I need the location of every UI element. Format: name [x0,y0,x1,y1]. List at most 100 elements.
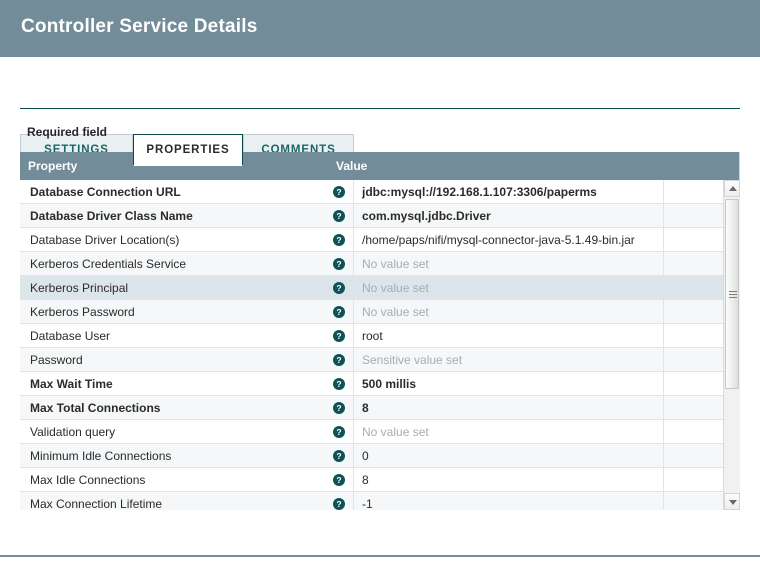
property-value-cell[interactable]: /home/paps/nifi/mysql-connector-java-5.1… [362,228,660,252]
column-divider [353,420,354,444]
property-value-cell[interactable]: com.mysql.jdbc.Driver [362,204,660,228]
help-icon[interactable]: ? [333,258,345,270]
svg-text:?: ? [336,355,341,365]
column-divider [353,180,354,204]
table-row[interactable]: Max Total Connections? 8 [20,396,739,420]
column-divider [353,228,354,252]
property-name-cell: Kerberos Principal [30,281,129,295]
column-divider [353,204,354,228]
property-name-cell: Max Idle Connections [30,473,146,487]
help-icon[interactable]: ? [333,402,345,414]
property-value-cell[interactable]: No value set [362,252,660,276]
property-name-cell: Validation query [30,425,116,439]
column-divider [353,468,354,492]
scroll-up-arrow-glyph [729,186,737,191]
table-row[interactable]: Max Connection Lifetime? -1 [20,492,739,510]
dialog-title: Controller Service Details [21,16,258,37]
property-name-cell: Database Driver Class Name [30,209,193,223]
help-icon[interactable]: ? [333,186,345,198]
table-row[interactable]: Kerberos Credentials Service? No value se… [20,252,739,276]
property-value-cell[interactable]: Sensitive value set [362,348,660,372]
table-row[interactable]: Max Wait Time? 500 millis [20,372,739,396]
footer-divider [0,555,760,557]
property-value-cell[interactable]: jdbc:mysql://192.168.1.107:3306/paperms [362,180,660,204]
table-row[interactable]: Minimum Idle Connections? 0 [20,444,739,468]
property-value-cell[interactable]: 8 [362,468,660,492]
column-divider [353,252,354,276]
property-value-cell[interactable]: 500 millis [362,372,660,396]
svg-text:?: ? [336,259,341,269]
help-icon[interactable]: ? [333,426,345,438]
table-row[interactable]: Database User? root [20,324,739,348]
help-icon[interactable]: ? [333,378,345,390]
svg-text:?: ? [336,331,341,341]
help-icon[interactable]: ? [333,210,345,222]
column-divider [353,396,354,420]
property-name-cell: Minimum Idle Connections [30,449,172,463]
table-row[interactable]: Kerberos Principal? No value set [20,276,739,300]
column-header-value: Value [336,159,368,173]
column-divider [353,324,354,348]
property-value-cell[interactable]: No value set [362,420,660,444]
table-row[interactable]: Kerberos Password? No value set [20,300,739,324]
tab-underline [20,108,740,109]
svg-text:?: ? [336,379,341,389]
tab-properties[interactable]: PROPERTIES [133,134,243,166]
property-name-cell: Kerberos Credentials Service [30,257,187,271]
table-row[interactable]: Database Driver Class Name? com.mysql.jdb… [20,204,739,228]
scroll-down-arrow-glyph [729,500,737,505]
svg-text:?: ? [336,283,341,293]
property-name-cell: Max Wait Time [30,377,113,391]
property-name-cell: Max Total Connections [30,401,161,415]
property-value-cell[interactable]: 0 [362,444,660,468]
help-icon[interactable]: ? [333,306,345,318]
svg-text:?: ? [336,211,341,221]
svg-text:?: ? [336,307,341,317]
property-value-cell[interactable]: No value set [362,300,660,324]
svg-text:?: ? [336,475,341,485]
table-header-row: Property Value [20,152,739,180]
help-icon[interactable]: ? [333,474,345,486]
column-header-property: Property [28,159,78,173]
table-row[interactable]: Max Idle Connections? 8 [20,468,739,492]
column-divider [353,492,354,510]
scrollbar-thumb[interactable] [725,199,739,389]
svg-text:?: ? [336,451,341,461]
required-field-legend: Required field [27,125,108,139]
column-divider [353,348,354,372]
property-name-cell: Database User [30,329,111,343]
scroll-up-icon[interactable] [724,180,740,197]
svg-text:?: ? [336,427,341,437]
table-row[interactable]: Password? Sensitive value set [20,348,739,372]
help-icon[interactable]: ? [333,354,345,366]
table-body: Database Connection URL? jdbc:mysql://192… [20,180,739,510]
svg-text:?: ? [336,187,341,197]
properties-table: Property Value Database Connection URL? j… [20,152,740,510]
table-row[interactable]: Validation query? No value set [20,420,739,444]
help-icon[interactable]: ? [333,498,345,510]
svg-text:?: ? [336,235,341,245]
property-value-cell[interactable]: 8 [362,396,660,420]
help-icon[interactable]: ? [333,282,345,294]
property-value-cell[interactable]: -1 [362,492,660,510]
column-divider [353,276,354,300]
column-divider [353,300,354,324]
property-value-cell[interactable]: root [362,324,660,348]
table-row[interactable]: Database Driver Location(s)? /home/paps/n… [20,228,739,252]
property-value-cell[interactable]: No value set [362,276,660,300]
property-name-cell: Database Connection URL [30,185,181,199]
scroll-down-icon[interactable] [724,493,740,510]
help-icon[interactable]: ? [333,330,345,342]
table-row[interactable]: Database Connection URL? jdbc:mysql://192… [20,180,739,204]
help-icon[interactable]: ? [333,450,345,462]
column-divider [353,372,354,396]
help-icon[interactable]: ? [333,234,345,246]
column-divider [353,444,354,468]
property-name-cell: Max Connection Lifetime [30,497,163,510]
scrollbar-grip-icon [729,291,737,299]
svg-text:?: ? [336,499,341,509]
controller-service-details-dialog: Controller Service Details SETTINGS PROP… [0,0,760,562]
dialog-titlebar: Controller Service Details [0,0,760,57]
properties-scrollbar[interactable] [723,180,740,510]
property-name-cell: Kerberos Password [30,305,135,319]
